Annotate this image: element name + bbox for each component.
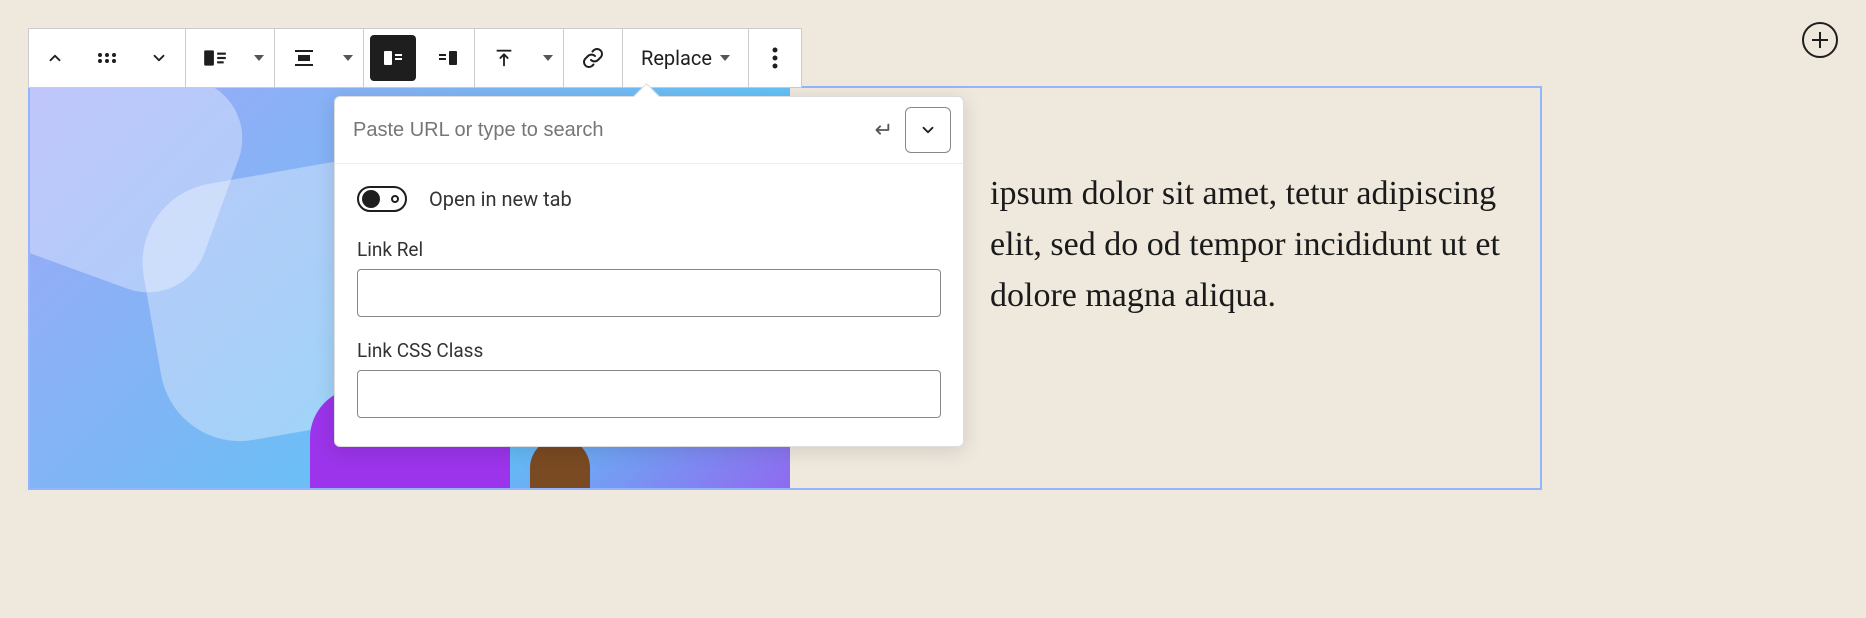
vertical-align-group <box>475 29 564 87</box>
more-options-button[interactable] <box>749 29 801 87</box>
media-left-icon <box>381 46 405 70</box>
link-rel-input[interactable] <box>357 269 941 317</box>
align-wide-icon <box>292 46 316 70</box>
more-vertical-icon <box>772 47 778 69</box>
block-type-group <box>186 29 275 87</box>
enter-icon <box>870 119 892 141</box>
open-new-tab-label: Open in new tab <box>429 187 572 211</box>
vertical-align-button[interactable] <box>475 29 533 87</box>
link-popover: Open in new tab Link Rel Link CSS Class <box>334 96 964 447</box>
chevron-up-icon <box>46 49 64 67</box>
replace-group: Replace <box>623 29 749 87</box>
link-button[interactable] <box>564 29 622 87</box>
align-button[interactable] <box>275 29 333 87</box>
align-dropdown[interactable] <box>333 55 363 61</box>
move-down-button[interactable] <box>133 29 185 87</box>
add-block-button[interactable] <box>1802 22 1838 58</box>
media-left-button[interactable] <box>370 35 416 81</box>
triangle-down-icon <box>720 55 730 61</box>
block-type-dropdown[interactable] <box>244 55 274 61</box>
link-css-class-label: Link CSS Class <box>357 339 941 362</box>
chevron-down-icon <box>150 49 168 67</box>
link-css-class-input[interactable] <box>357 370 941 418</box>
url-input-row <box>335 97 963 164</box>
media-right-button[interactable] <box>422 29 474 87</box>
more-group <box>749 29 801 87</box>
open-new-tab-toggle[interactable] <box>357 186 407 212</box>
link-icon <box>581 46 605 70</box>
url-input[interactable] <box>353 111 857 150</box>
open-new-tab-row: Open in new tab <box>357 186 941 212</box>
toggle-indicator <box>391 195 399 203</box>
align-group <box>275 29 364 87</box>
vertical-align-top-icon <box>493 47 515 69</box>
chevron-down-icon <box>919 121 937 139</box>
media-right-icon <box>436 46 460 70</box>
link-settings: Open in new tab Link Rel Link CSS Class <box>335 164 963 418</box>
mover-group <box>29 29 186 87</box>
drag-handle-icon <box>97 52 117 64</box>
triangle-down-icon <box>343 55 353 61</box>
toggle-knob <box>362 190 380 208</box>
media-position-group <box>364 29 475 87</box>
submit-link-button[interactable] <box>867 116 895 144</box>
media-text-block-icon <box>202 45 228 71</box>
link-group <box>564 29 623 87</box>
triangle-down-icon <box>543 55 553 61</box>
move-up-button[interactable] <box>29 29 81 87</box>
link-settings-toggle[interactable] <box>905 107 951 153</box>
link-rel-label: Link Rel <box>357 238 941 261</box>
replace-button[interactable]: Replace <box>623 29 748 87</box>
triangle-down-icon <box>254 55 264 61</box>
paragraph-text[interactable]: ipsum dolor sit amet, tetur adipiscing e… <box>990 168 1510 321</box>
drag-handle-button[interactable] <box>81 29 133 87</box>
vertical-align-dropdown[interactable] <box>533 55 563 61</box>
block-toolbar: Replace <box>28 28 802 88</box>
block-type-button[interactable] <box>186 29 244 87</box>
replace-label: Replace <box>641 46 712 70</box>
